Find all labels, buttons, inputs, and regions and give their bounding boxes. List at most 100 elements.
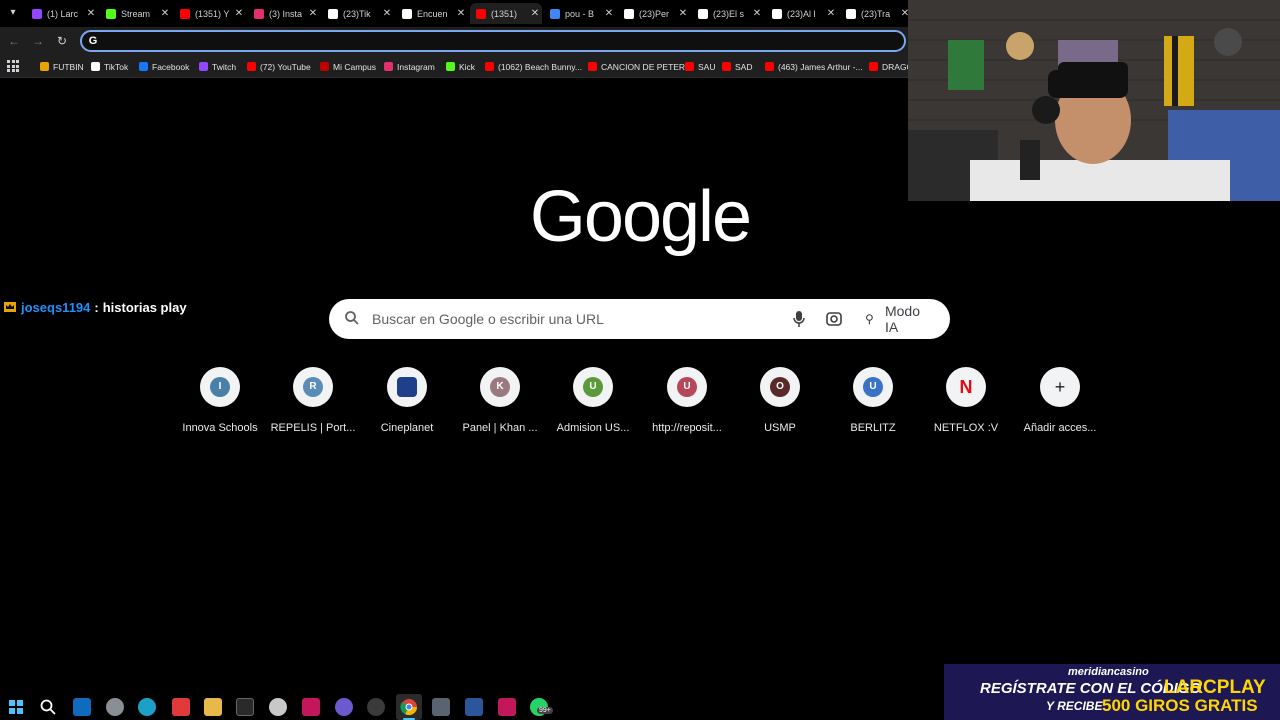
word-icon[interactable]	[465, 698, 483, 716]
shortcut-tile[interactable]: Uhttp://reposit...	[643, 367, 731, 439]
tab-search-chevron-icon[interactable]: ▾	[4, 5, 22, 21]
bookmark-favicon-icon	[199, 62, 208, 71]
shortcut-tile[interactable]: U Admision US...	[549, 367, 637, 439]
shortcut-icon: K	[480, 367, 520, 407]
bookmark-item[interactable]: (72) YouTube	[247, 59, 311, 74]
bookmark-item[interactable]: DRAGO	[869, 59, 913, 74]
tab-favicon-icon	[624, 8, 634, 19]
bookmark-item[interactable]: Kick	[446, 59, 475, 74]
obs-icon[interactable]	[367, 698, 385, 716]
browser-tab[interactable]: (23)Al l ✕	[766, 3, 838, 24]
shortcut-tile[interactable]: I Innova Schools	[176, 367, 264, 439]
tab-favicon-icon	[772, 8, 782, 19]
shortcut-label: http://reposit...	[652, 422, 722, 434]
apps-grid-icon[interactable]	[7, 60, 19, 72]
app-icon[interactable]	[106, 698, 124, 716]
ai-mode-label: Modo IA	[884, 303, 920, 335]
address-input[interactable]	[104, 33, 894, 49]
bookmark-item[interactable]: CANCION DE PETER	[588, 59, 685, 74]
bookmark-item[interactable]: Facebook	[139, 59, 189, 74]
app-pink-icon[interactable]	[302, 698, 320, 716]
browser-tab[interactable]: (23)El s ✕	[692, 3, 764, 24]
forward-arrow-icon[interactable]: →	[30, 33, 46, 49]
calculator-icon[interactable]	[432, 698, 450, 716]
app-g-icon[interactable]	[236, 698, 254, 716]
browser-tab[interactable]: (1351) Y ✕	[174, 3, 246, 24]
tab-close-icon[interactable]: ✕	[528, 8, 542, 19]
tab-favicon-icon	[550, 8, 560, 19]
bookmark-favicon-icon	[685, 62, 694, 71]
shortcut-tile[interactable]: K Panel | Khan ...	[456, 367, 544, 439]
search-icon[interactable]	[39, 698, 57, 716]
browser-tab[interactable]: (23)Tik ✕	[322, 3, 394, 24]
microphone-icon[interactable]	[792, 310, 806, 328]
search-box[interactable]: ⚲ Modo IA	[329, 299, 950, 339]
shortcut-tile[interactable]: U BERLITZ	[829, 367, 917, 439]
app-red-icon[interactable]	[172, 698, 190, 716]
browser-tab[interactable]: pou - B ✕	[544, 3, 616, 24]
tab-close-icon[interactable]: ✕	[750, 8, 764, 19]
bookmark-item[interactable]: Mi Campus	[320, 59, 376, 74]
tab-close-icon[interactable]: ✕	[824, 8, 838, 19]
browser-tab[interactable]: (23)Tra ✕	[840, 3, 912, 24]
tab-close-icon[interactable]: ✕	[84, 8, 98, 19]
tab-favicon-icon	[698, 8, 708, 19]
bookmark-item[interactable]: SAD	[722, 59, 752, 74]
file-explorer-icon[interactable]	[204, 698, 222, 716]
tab-close-icon[interactable]: ✕	[676, 8, 690, 19]
omnibox[interactable]: G	[80, 30, 906, 52]
shortcut-tile[interactable]: R REPELIS | Port...	[269, 367, 357, 439]
shortcut-letter: I	[210, 377, 230, 397]
windows-start-icon[interactable]	[9, 700, 23, 714]
shortcut-tile[interactable]: N NETFLOX :V	[922, 367, 1010, 439]
shortcut-tile[interactable]: O USMP	[736, 367, 824, 439]
browser-tab[interactable]: Encuen ✕	[396, 3, 468, 24]
tab-close-icon[interactable]: ✕	[602, 8, 616, 19]
google-lens-icon[interactable]	[825, 310, 843, 328]
bookmark-item[interactable]: SAU	[685, 59, 715, 74]
tab-title: (23)Tik	[343, 8, 371, 19]
tab-title: (1351) Y	[195, 8, 230, 19]
bookmark-label: (463) James Arthur -...	[778, 61, 863, 72]
bookmark-favicon-icon	[722, 62, 731, 71]
shortcut-label: BERLITZ	[850, 422, 896, 434]
casino-brand: meridiancasino	[1068, 666, 1149, 678]
tab-close-icon[interactable]: ✕	[454, 8, 468, 19]
bookmark-item[interactable]: TikTok	[91, 59, 128, 74]
shortcut-tile[interactable]: Cineplanet	[363, 367, 451, 439]
tab-close-icon[interactable]: ✕	[306, 8, 320, 19]
search-input[interactable]	[372, 309, 772, 329]
bookmark-favicon-icon	[139, 62, 148, 71]
bookmark-item[interactable]: (463) James Arthur -...	[765, 59, 863, 74]
tab-close-icon[interactable]: ✕	[232, 8, 246, 19]
app-pink-2-icon[interactable]	[498, 698, 516, 716]
browser-tab[interactable]: (3) Insta ✕	[248, 3, 320, 24]
browser-tab[interactable]: (1351) ✕	[470, 3, 542, 24]
edge-icon[interactable]	[138, 698, 156, 716]
shortcut-tile[interactable]: + Añadir acces...	[1016, 367, 1104, 439]
tab-title: (23)El s	[713, 8, 745, 19]
browser-tab[interactable]: (23)Per ✕	[618, 3, 690, 24]
tab-close-icon[interactable]: ✕	[158, 8, 172, 19]
ai-mode-button[interactable]: ⚲ Modo IA	[857, 303, 937, 335]
bookmark-item[interactable]: FUTBIN	[40, 59, 84, 74]
tab-title: (23)Per	[639, 8, 670, 19]
bookmark-item[interactable]: (1062) Beach Bunny...	[485, 59, 582, 74]
bookmark-item[interactable]: Twitch	[199, 59, 236, 74]
tab-title: Encuen	[417, 8, 448, 19]
app-sphere-icon[interactable]	[269, 698, 287, 716]
tab-close-icon[interactable]: ✕	[380, 8, 394, 19]
tab-title: Stream	[121, 8, 151, 19]
back-arrow-icon[interactable]: ←	[6, 33, 22, 49]
bookmark-label: Facebook	[152, 61, 190, 72]
bookmark-favicon-icon	[384, 62, 393, 71]
shortcut-label: REPELIS | Port...	[270, 422, 356, 434]
reload-icon[interactable]: ↻	[54, 33, 70, 49]
browser-tab[interactable]: Stream ✕	[100, 3, 172, 24]
browser-tab[interactable]: (1) Larc ✕	[26, 3, 98, 24]
bookmark-item[interactable]: Instagram	[384, 59, 435, 74]
store-icon[interactable]	[73, 698, 91, 716]
discord-icon[interactable]	[335, 698, 353, 716]
tab-favicon-icon	[476, 8, 486, 19]
tab-favicon-icon	[180, 8, 190, 19]
